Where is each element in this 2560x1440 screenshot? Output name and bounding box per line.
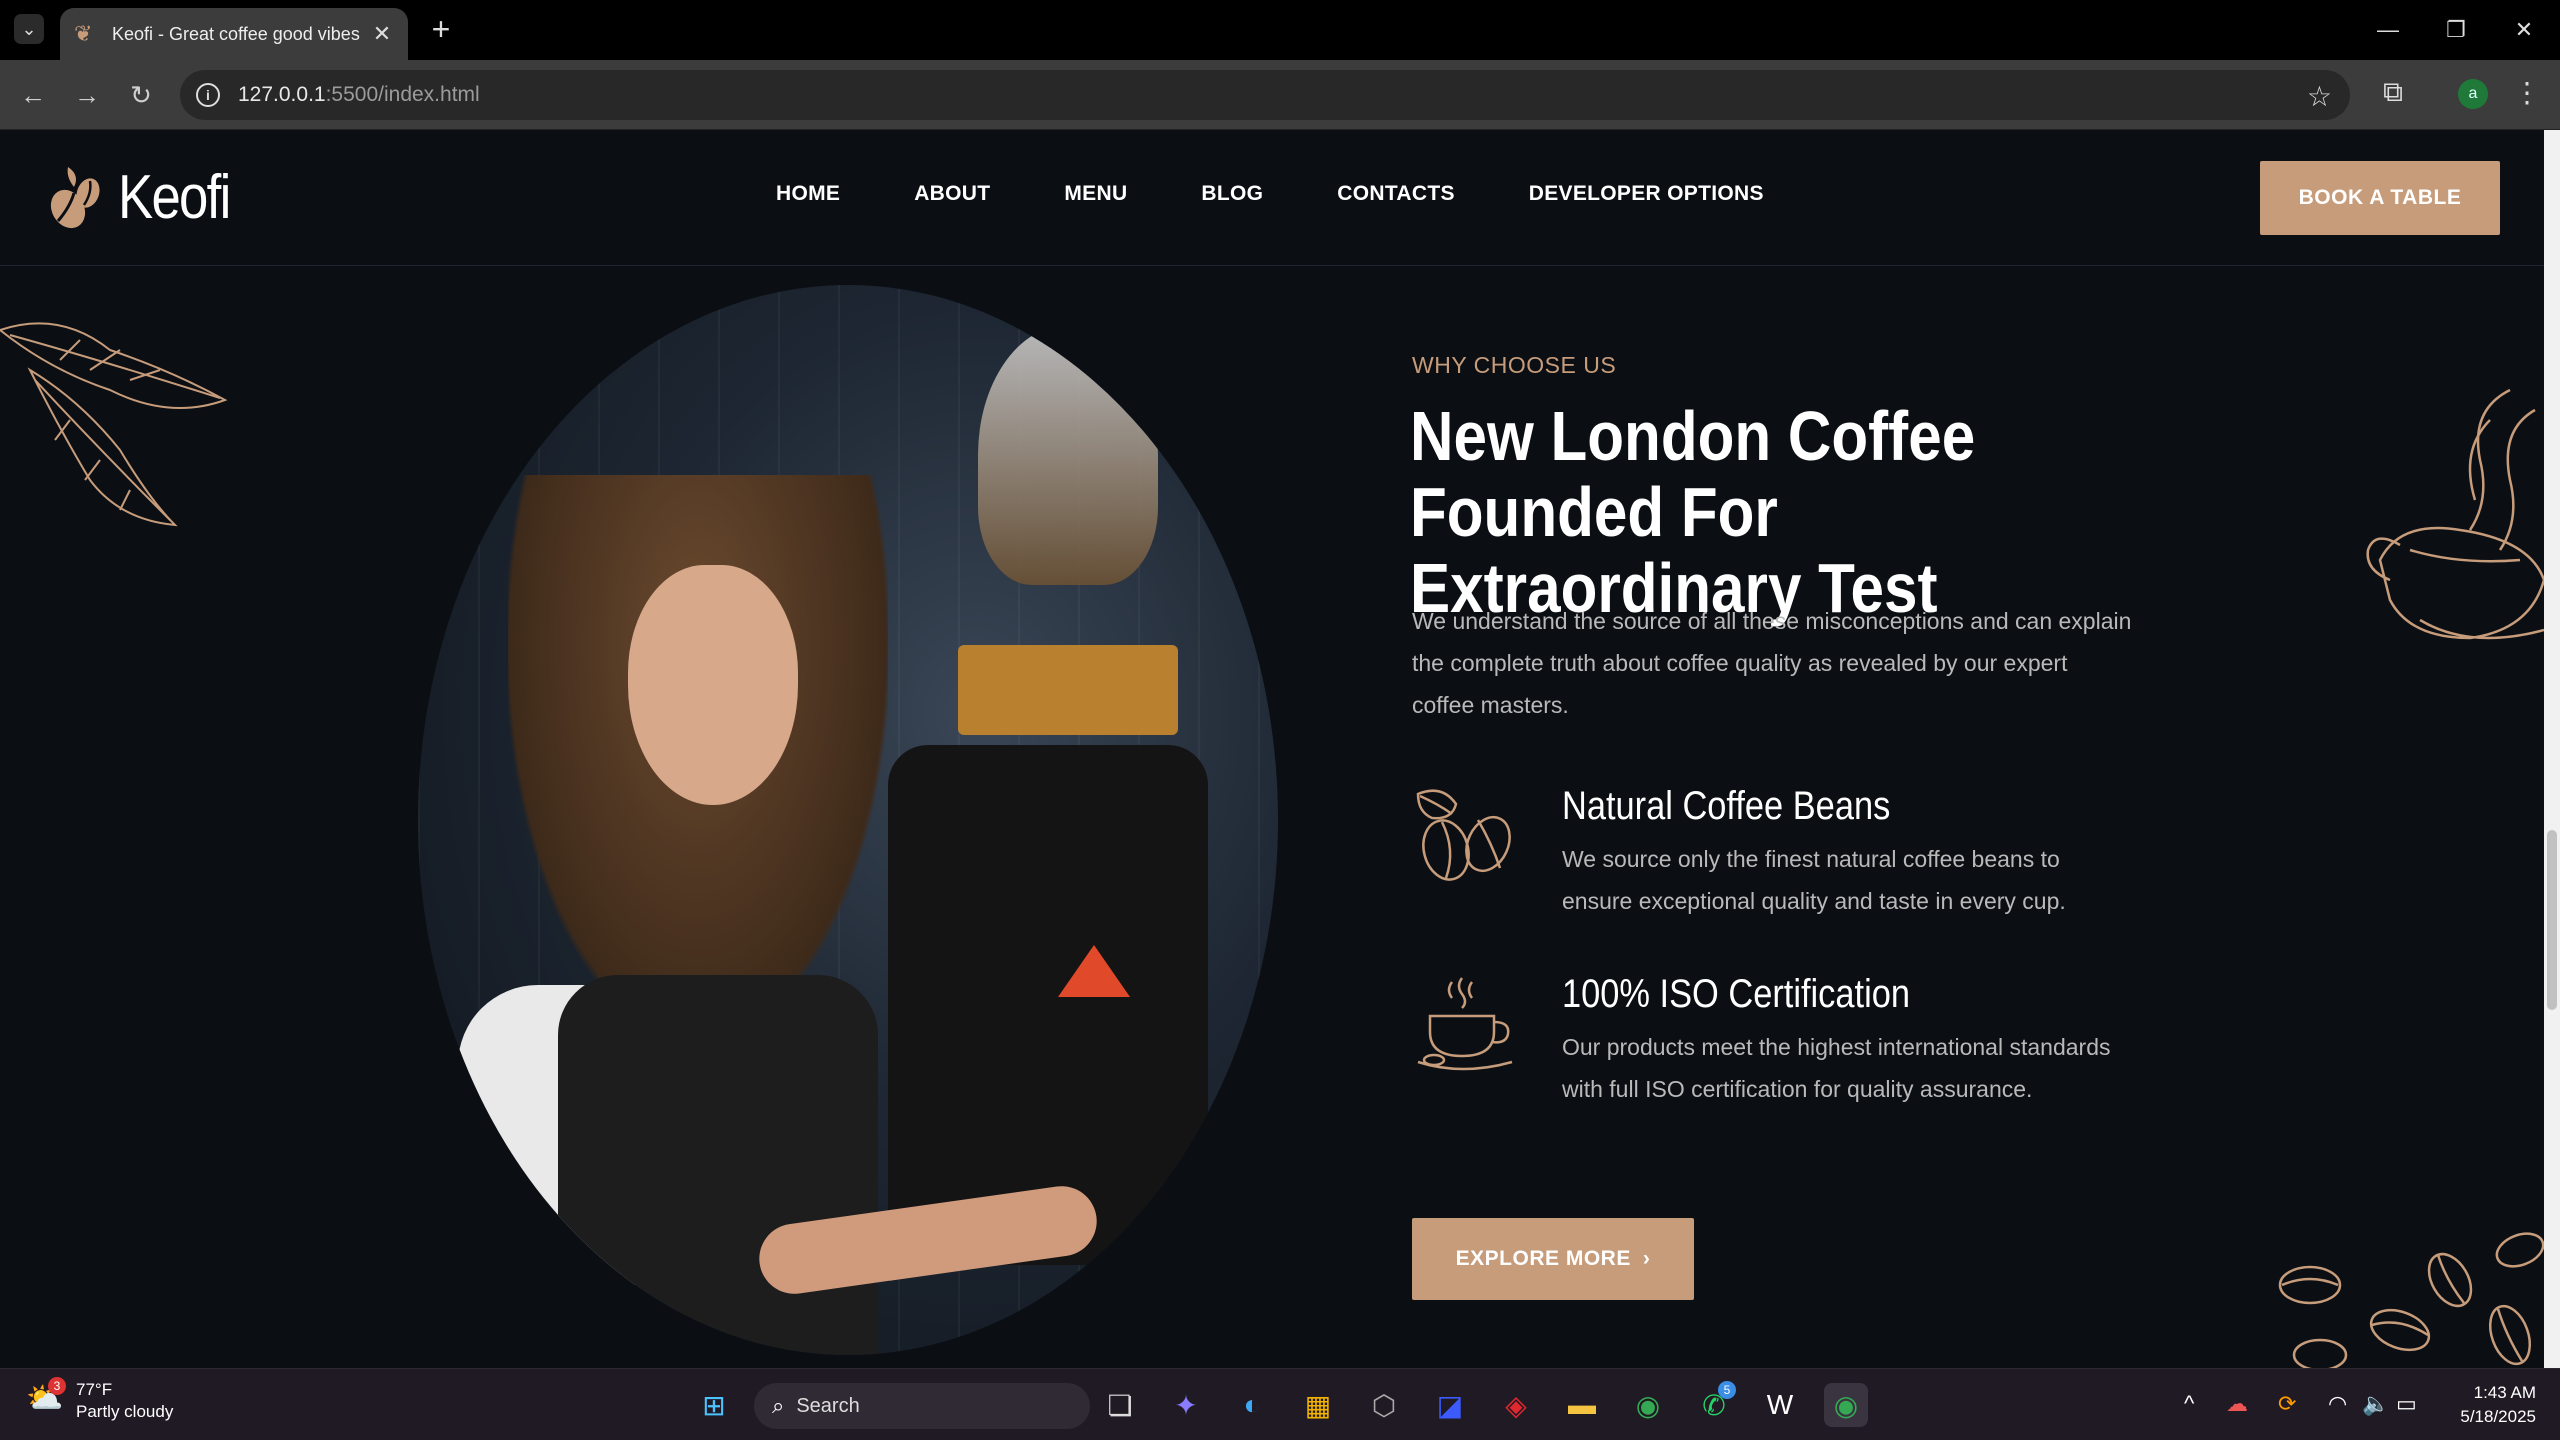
battery-icon[interactable]: ▭	[2396, 1391, 2417, 1417]
url-host: 127.0.0.1	[238, 83, 326, 106]
whatsapp-badge: 5	[1718, 1381, 1736, 1399]
coffee-leaf-decoration-icon	[0, 322, 228, 527]
tray-overflow-icon[interactable]: ^	[2184, 1391, 2194, 1417]
nav-menu[interactable]: MENU	[1064, 182, 1127, 206]
browser-toolbar: ← → ↻ i 127.0.0.1:5500/index.html ☆ ⧉ a …	[0, 60, 2560, 130]
partly-cloudy-icon: ⛅ 3	[26, 1377, 66, 1421]
extensions-icon[interactable]: ⧉	[2374, 76, 2412, 114]
browser-menu-icon[interactable]: ⋮	[2508, 76, 2546, 114]
visual-studio-icon[interactable]: ◪	[1428, 1383, 1472, 1427]
clock-time: 1:43 AM	[2473, 1383, 2536, 1402]
barista-face	[628, 565, 798, 805]
volume-icon[interactable]: 🔈	[2362, 1391, 2389, 1417]
profile-avatar[interactable]: a	[2458, 79, 2488, 109]
task-view-icon[interactable]: ❏	[1098, 1383, 1142, 1427]
close-window-button[interactable]: ✕	[2494, 10, 2554, 50]
grinder-logo-badge	[1058, 945, 1130, 997]
feature-iso-certification: 100% ISO Certification Our products meet…	[1412, 972, 2172, 1172]
explore-more-button[interactable]: EXPLORE MORE ›	[1412, 1218, 1694, 1300]
weather-text: 77°F Partly cloudy	[76, 1379, 173, 1423]
edge-icon[interactable]: ◐	[1230, 1383, 1274, 1427]
reload-button[interactable]: ↻	[122, 76, 160, 114]
feature-natural-beans: Natural Coffee Beans We source only the …	[1412, 784, 2172, 934]
search-icon: ⌕	[772, 1393, 785, 1418]
address-bar[interactable]: i 127.0.0.1:5500/index.html ☆	[180, 70, 2350, 120]
feature-title: 100% ISO Certification	[1562, 972, 1910, 1016]
windows-taskbar: ⛅ 3 77°F Partly cloudy ⊞ ⌕ Search ❏ ✦ ◐ ▦…	[0, 1368, 2560, 1440]
scrollbar-thumb[interactable]	[2547, 830, 2557, 1010]
coffee-cup-icon	[1417, 977, 1513, 1071]
bookmark-star-icon[interactable]: ☆	[2307, 80, 2332, 113]
file-explorer-icon[interactable]: ▬	[1560, 1383, 1604, 1427]
tab-close-icon[interactable]: ✕	[370, 21, 394, 47]
brand-logo[interactable]: Keofi	[44, 162, 249, 233]
url-text: 127.0.0.1:5500/index.html	[238, 83, 480, 107]
weather-desc: Partly cloudy	[76, 1402, 174, 1421]
nav-about[interactable]: ABOUT	[914, 182, 990, 206]
url-path: :5500/index.html	[325, 83, 480, 106]
feature-text: Our products meet the highest internatio…	[1562, 1034, 2111, 1102]
copilot-icon[interactable]: ✦	[1164, 1383, 1208, 1427]
section-kicker: WHY CHOOSE US	[1412, 352, 1617, 378]
browser-tabstrip: ⌄ ❦ Keofi - Great coffee good vibes ✕ + …	[0, 0, 2560, 60]
tab-search-button[interactable]: ⌄	[14, 14, 44, 44]
coffee-beans-icon	[1416, 789, 1511, 881]
explore-more-label: EXPLORE MORE	[1455, 1247, 1631, 1270]
sync-icon[interactable]: ⟳	[2278, 1391, 2296, 1417]
site-favicon-icon: ❦	[74, 21, 93, 46]
back-button[interactable]: ←	[14, 76, 52, 114]
page-scrollbar[interactable]	[2544, 130, 2560, 1368]
tab-title: Keofi - Great coffee good vibes	[112, 23, 360, 44]
chevron-right-icon: ›	[1642, 1247, 1651, 1270]
grinder-hopper	[978, 325, 1158, 585]
settings-app-icon[interactable]: ⬡	[1362, 1383, 1406, 1427]
feature-text: We source only the finest natural coffee…	[1562, 846, 2066, 914]
new-tab-button[interactable]: +	[424, 12, 458, 46]
nav-developer-options[interactable]: DEVELOPER OPTIONS	[1529, 182, 1764, 206]
forward-button[interactable]: →	[68, 76, 106, 114]
whatsapp-icon[interactable]: ✆ 5	[1692, 1381, 1736, 1427]
windows-start-icon[interactable]: ⊞	[692, 1383, 736, 1427]
onedrive-error-icon[interactable]: ☁	[2226, 1391, 2248, 1417]
brand-name: Keofi	[118, 163, 231, 232]
weather-temp: 77°F	[76, 1380, 113, 1399]
restore-button[interactable]: ❐	[2426, 10, 2486, 50]
wifi-icon[interactable]: ◠	[2328, 1391, 2347, 1417]
nav-blog[interactable]: BLOG	[1201, 182, 1263, 206]
minimize-button[interactable]: —	[2358, 10, 2418, 50]
section-headline: New London Coffee Founded For Extraordin…	[1410, 397, 1976, 627]
weather-widget[interactable]: ⛅ 3 77°F Partly cloudy	[26, 1377, 173, 1423]
nav-contacts[interactable]: CONTACTS	[1337, 182, 1455, 206]
browser-tab-active[interactable]: ❦ Keofi - Great coffee good vibes ✕	[60, 8, 408, 60]
section-lead: We understand the source of all these mi…	[1412, 608, 2132, 718]
site-header: Keofi HOME ABOUT MENU BLOG CONTACTS DEVE…	[0, 130, 2544, 266]
feature-title: Natural Coffee Beans	[1562, 784, 1891, 828]
grinder-wood-block	[958, 645, 1178, 735]
store-icon[interactable]: ▦	[1296, 1383, 1340, 1427]
search-label: Search	[796, 1394, 860, 1417]
weather-badge: 3	[48, 1377, 66, 1395]
barista-photo	[418, 285, 1278, 1355]
nav-home[interactable]: HOME	[776, 182, 840, 206]
chrome-icon[interactable]: ◉	[1626, 1383, 1670, 1427]
wattpad-icon[interactable]: W	[1758, 1383, 1802, 1427]
coffee-bean-logo-icon	[50, 166, 100, 228]
main-navigation: HOME ABOUT MENU BLOG CONTACTS DEVELOPER …	[776, 182, 1838, 206]
clock-date: 5/18/2025	[2460, 1407, 2536, 1426]
steaming-cup-decoration-icon	[2366, 388, 2544, 640]
book-table-button[interactable]: BOOK A TABLE	[2260, 161, 2500, 235]
mcafee-icon[interactable]: ◈	[1494, 1383, 1538, 1427]
website-viewport: Keofi HOME ABOUT MENU BLOG CONTACTS DEVE…	[0, 130, 2544, 1368]
barista-apron	[558, 975, 878, 1355]
taskbar-search[interactable]: ⌕ Search	[754, 1383, 1090, 1429]
chrome-active-icon[interactable]: ◉	[1824, 1383, 1868, 1427]
site-info-icon[interactable]: i	[196, 83, 220, 107]
coffee-beans-decoration-icon	[2278, 1232, 2544, 1368]
system-clock[interactable]: 1:43 AM 5/18/2025	[2440, 1381, 2536, 1429]
